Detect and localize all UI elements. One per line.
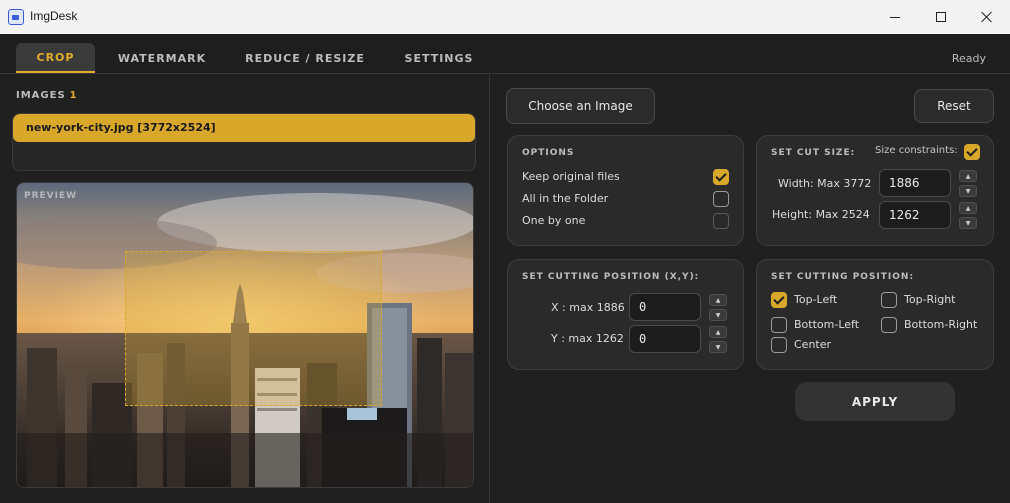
height-input[interactable]: 1262 bbox=[879, 201, 951, 229]
height-increment-button[interactable]: ▲ bbox=[959, 202, 977, 214]
center-checkbox[interactable] bbox=[771, 337, 787, 353]
size-constraints-checkbox[interactable] bbox=[964, 144, 980, 160]
minimize-icon bbox=[890, 16, 900, 18]
tab-settings[interactable]: SETTINGS bbox=[398, 43, 480, 73]
maximize-icon bbox=[936, 12, 946, 22]
height-decrement-button[interactable]: ▼ bbox=[959, 217, 977, 229]
choose-image-button[interactable]: Choose an Image bbox=[506, 88, 655, 124]
all-in-folder-checkbox[interactable] bbox=[713, 191, 729, 207]
cut-size-title: SET CUT SIZE: bbox=[771, 148, 856, 158]
status-text: Ready bbox=[951, 52, 986, 65]
cutting-xy-title: SET CUTTING POSITION (X,Y): bbox=[522, 272, 700, 282]
app-title: ImgDesk bbox=[30, 9, 78, 23]
width-increment-button[interactable]: ▲ bbox=[959, 170, 977, 182]
all-in-folder-label: All in the Folder bbox=[522, 192, 609, 205]
options-title: OPTIONS bbox=[522, 148, 575, 158]
top-left-label: Top-Left bbox=[794, 293, 838, 306]
list-item[interactable]: new-york-city.jpg [3772x2524] bbox=[13, 114, 475, 142]
y-label: Y : max 1262 bbox=[551, 332, 624, 345]
bottom-left-checkbox[interactable] bbox=[771, 317, 787, 333]
y-increment-button[interactable]: ▲ bbox=[709, 326, 727, 338]
width-decrement-button[interactable]: ▼ bbox=[959, 185, 977, 197]
title-bar: ImgDesk bbox=[0, 0, 1010, 34]
tab-watermark[interactable]: WATERMARK bbox=[112, 43, 212, 73]
y-decrement-button[interactable]: ▼ bbox=[709, 341, 727, 353]
tab-bar: CROP WATERMARK REDUCE / RESIZE SETTINGS … bbox=[0, 34, 1010, 74]
maximize-button[interactable] bbox=[918, 0, 964, 34]
x-input[interactable]: 0 bbox=[629, 293, 701, 321]
width-label: Width: Max 3772 bbox=[778, 177, 872, 190]
tab-reduce-resize[interactable]: REDUCE / RESIZE bbox=[240, 43, 370, 73]
cut-size-card: SET CUT SIZE: Size constraints: Width: M… bbox=[756, 135, 994, 246]
cutting-position-title: SET CUTTING POSITION: bbox=[771, 272, 915, 282]
x-decrement-button[interactable]: ▼ bbox=[709, 309, 727, 321]
app-icon bbox=[8, 9, 24, 25]
one-by-one-checkbox[interactable] bbox=[713, 213, 729, 229]
width-input[interactable]: 1886 bbox=[879, 169, 951, 197]
reset-button[interactable]: Reset bbox=[914, 89, 994, 123]
close-icon bbox=[981, 11, 993, 23]
x-label: X : max 1886 bbox=[551, 301, 625, 314]
minimize-button[interactable] bbox=[872, 0, 918, 34]
images-header: IMAGES 1 bbox=[16, 90, 78, 101]
one-by-one-label: One by one bbox=[522, 214, 586, 227]
bottom-right-checkbox[interactable] bbox=[881, 317, 897, 333]
height-label: Height: Max 2524 bbox=[772, 208, 870, 221]
x-increment-button[interactable]: ▲ bbox=[709, 294, 727, 306]
top-right-label: Top-Right bbox=[904, 293, 956, 306]
preview-label: PREVIEW bbox=[24, 191, 78, 201]
cutting-position-card: SET CUTTING POSITION: Top-Left Top-Right… bbox=[756, 259, 994, 370]
options-card: OPTIONS Keep original files All in the F… bbox=[507, 135, 744, 246]
top-right-checkbox[interactable] bbox=[881, 292, 897, 308]
keep-original-checkbox[interactable] bbox=[713, 169, 729, 185]
top-left-checkbox[interactable] bbox=[771, 292, 787, 308]
bottom-left-label: Bottom-Left bbox=[794, 318, 860, 331]
images-count: 1 bbox=[69, 90, 78, 101]
apply-button[interactable]: APPLY bbox=[795, 382, 955, 421]
images-label: IMAGES bbox=[16, 90, 66, 101]
crop-selection[interactable] bbox=[125, 251, 382, 406]
tab-crop[interactable]: CROP bbox=[16, 43, 95, 73]
cutting-xy-card: SET CUTTING POSITION (X,Y): X : max 1886… bbox=[507, 259, 744, 370]
size-constraints-label: Size constraints: bbox=[875, 145, 958, 156]
bottom-right-label: Bottom-Right bbox=[904, 318, 978, 331]
y-input[interactable]: 0 bbox=[629, 325, 701, 353]
file-list: new-york-city.jpg [3772x2524] bbox=[12, 113, 476, 171]
center-label: Center bbox=[794, 338, 832, 351]
close-button[interactable] bbox=[964, 0, 1010, 34]
preview-panel: PREVIEW bbox=[16, 182, 474, 488]
keep-original-label: Keep original files bbox=[522, 170, 620, 183]
panel-divider bbox=[489, 75, 490, 503]
